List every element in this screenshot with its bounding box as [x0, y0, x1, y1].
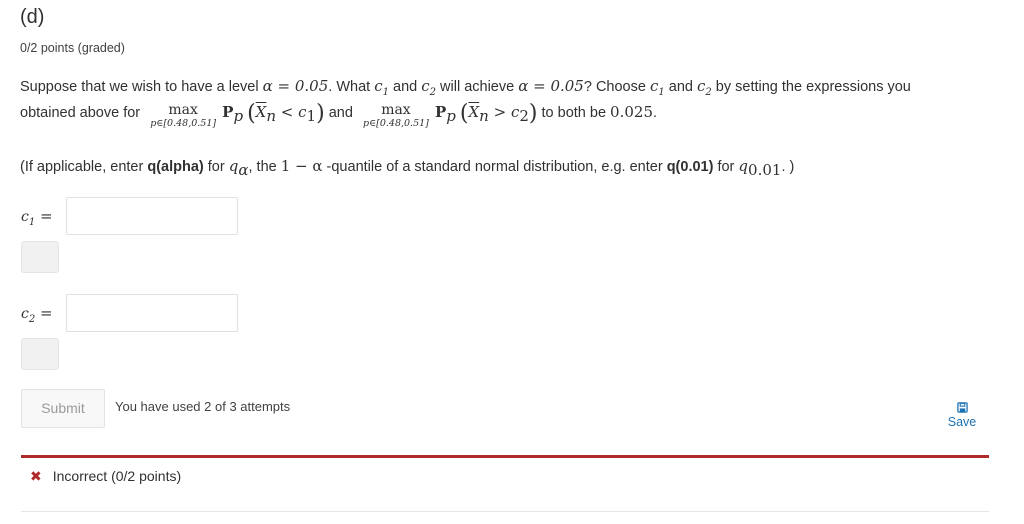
c: c — [21, 306, 29, 322]
math-q: q — [228, 157, 239, 175]
text: by setting the expressions you — [711, 79, 911, 95]
math-value: 0.025 — [610, 103, 653, 121]
math-c2: c2 — [697, 77, 712, 98]
math-c1: c1 — [374, 77, 389, 98]
code-example: q(0.01) — [666, 159, 714, 175]
c: c — [298, 103, 307, 121]
feedback-message: ✖ Incorrect (0/2 points) — [30, 468, 181, 485]
sub: n — [266, 106, 277, 125]
text: , the — [248, 159, 281, 175]
c2-label: c2 = — [21, 304, 53, 325]
sub: p — [233, 106, 244, 125]
eq: = — [35, 207, 53, 225]
c2-status-indicator — [21, 338, 59, 370]
c: c — [421, 77, 430, 95]
gt: > — [488, 103, 511, 121]
math-alpha-eq: α = 0.05 — [262, 77, 329, 95]
question-line-1: Suppose that we wish to have a level α =… — [20, 77, 911, 98]
sub: α — [238, 160, 249, 179]
text: ? Choose — [583, 79, 650, 95]
max: max — [168, 102, 198, 118]
math-max-operator: max p∈[0.48,0.51] — [361, 101, 431, 129]
bottom-divider — [21, 511, 989, 512]
c: c — [21, 209, 29, 225]
feedback-text: Incorrect (0/2 points) — [52, 468, 182, 484]
math-xbar: X — [468, 103, 480, 121]
math-P: P — [222, 103, 234, 121]
lt: < — [276, 103, 299, 121]
floppy-disk-icon — [956, 402, 968, 413]
text: Suppose that we wish to have a level — [20, 79, 263, 95]
text: and — [328, 105, 353, 121]
c1-status-indicator — [21, 241, 59, 273]
feedback-divider — [21, 455, 989, 458]
sub: 0.01 — [748, 160, 782, 179]
paren-open: ( — [247, 101, 256, 126]
submit-button[interactable]: Submit — [21, 389, 105, 428]
math-xbar: X — [255, 103, 267, 121]
paren-close: ) — [316, 101, 325, 126]
text: for — [713, 159, 739, 175]
save-label: Save — [947, 415, 977, 429]
hint-line: (If applicable, enter q(alpha) for qα, t… — [20, 157, 794, 179]
save-button[interactable]: Save — [940, 402, 984, 429]
text: will achieve — [436, 79, 519, 95]
sub: 1 — [306, 106, 317, 125]
problem-title: (d) — [20, 6, 45, 28]
c1-label: c1 = — [21, 207, 53, 228]
incorrect-x-icon: ✖ — [30, 468, 42, 484]
c2-input[interactable] — [66, 294, 238, 332]
sub: n — [479, 106, 489, 125]
text: to both be — [541, 105, 611, 121]
math-max-operator: max p∈[0.48,0.51] — [148, 101, 218, 129]
math-c1: c1 — [650, 77, 665, 98]
paren-close: ) — [528, 101, 538, 126]
text: for — [203, 159, 229, 175]
text: . — [653, 105, 658, 121]
c1-input[interactable] — [66, 197, 238, 235]
text: obtained above for — [20, 105, 141, 121]
math-expr: 1 − α — [280, 157, 323, 175]
code-hint: q(alpha) — [147, 159, 204, 175]
max: max — [381, 102, 411, 118]
eq: = — [35, 304, 53, 322]
text: -quantile of a standard normal distribut… — [322, 159, 667, 175]
points-status: 0/2 points (graded) — [20, 41, 125, 55]
text: . ) — [781, 159, 795, 175]
attempts-text: You have used 2 of 3 attempts — [115, 399, 291, 414]
range: p∈[0.48,0.51] — [363, 118, 429, 129]
text: . What — [328, 79, 375, 95]
sub: p — [446, 106, 456, 125]
math-P: P — [434, 103, 447, 121]
range: p∈[0.48,0.51] — [150, 118, 217, 129]
text: and — [664, 79, 697, 95]
question-line-2: obtained above for max p∈[0.48,0.51] Pp (X… — [20, 101, 657, 129]
c: c — [374, 77, 383, 95]
text: (If applicable, enter — [20, 159, 148, 175]
text: and — [388, 79, 422, 95]
math-alpha-eq-2: α = 0.05 — [518, 77, 584, 95]
math-c2: c2 — [421, 77, 436, 98]
sub: 2 — [519, 106, 529, 125]
math-q: q — [738, 157, 749, 175]
